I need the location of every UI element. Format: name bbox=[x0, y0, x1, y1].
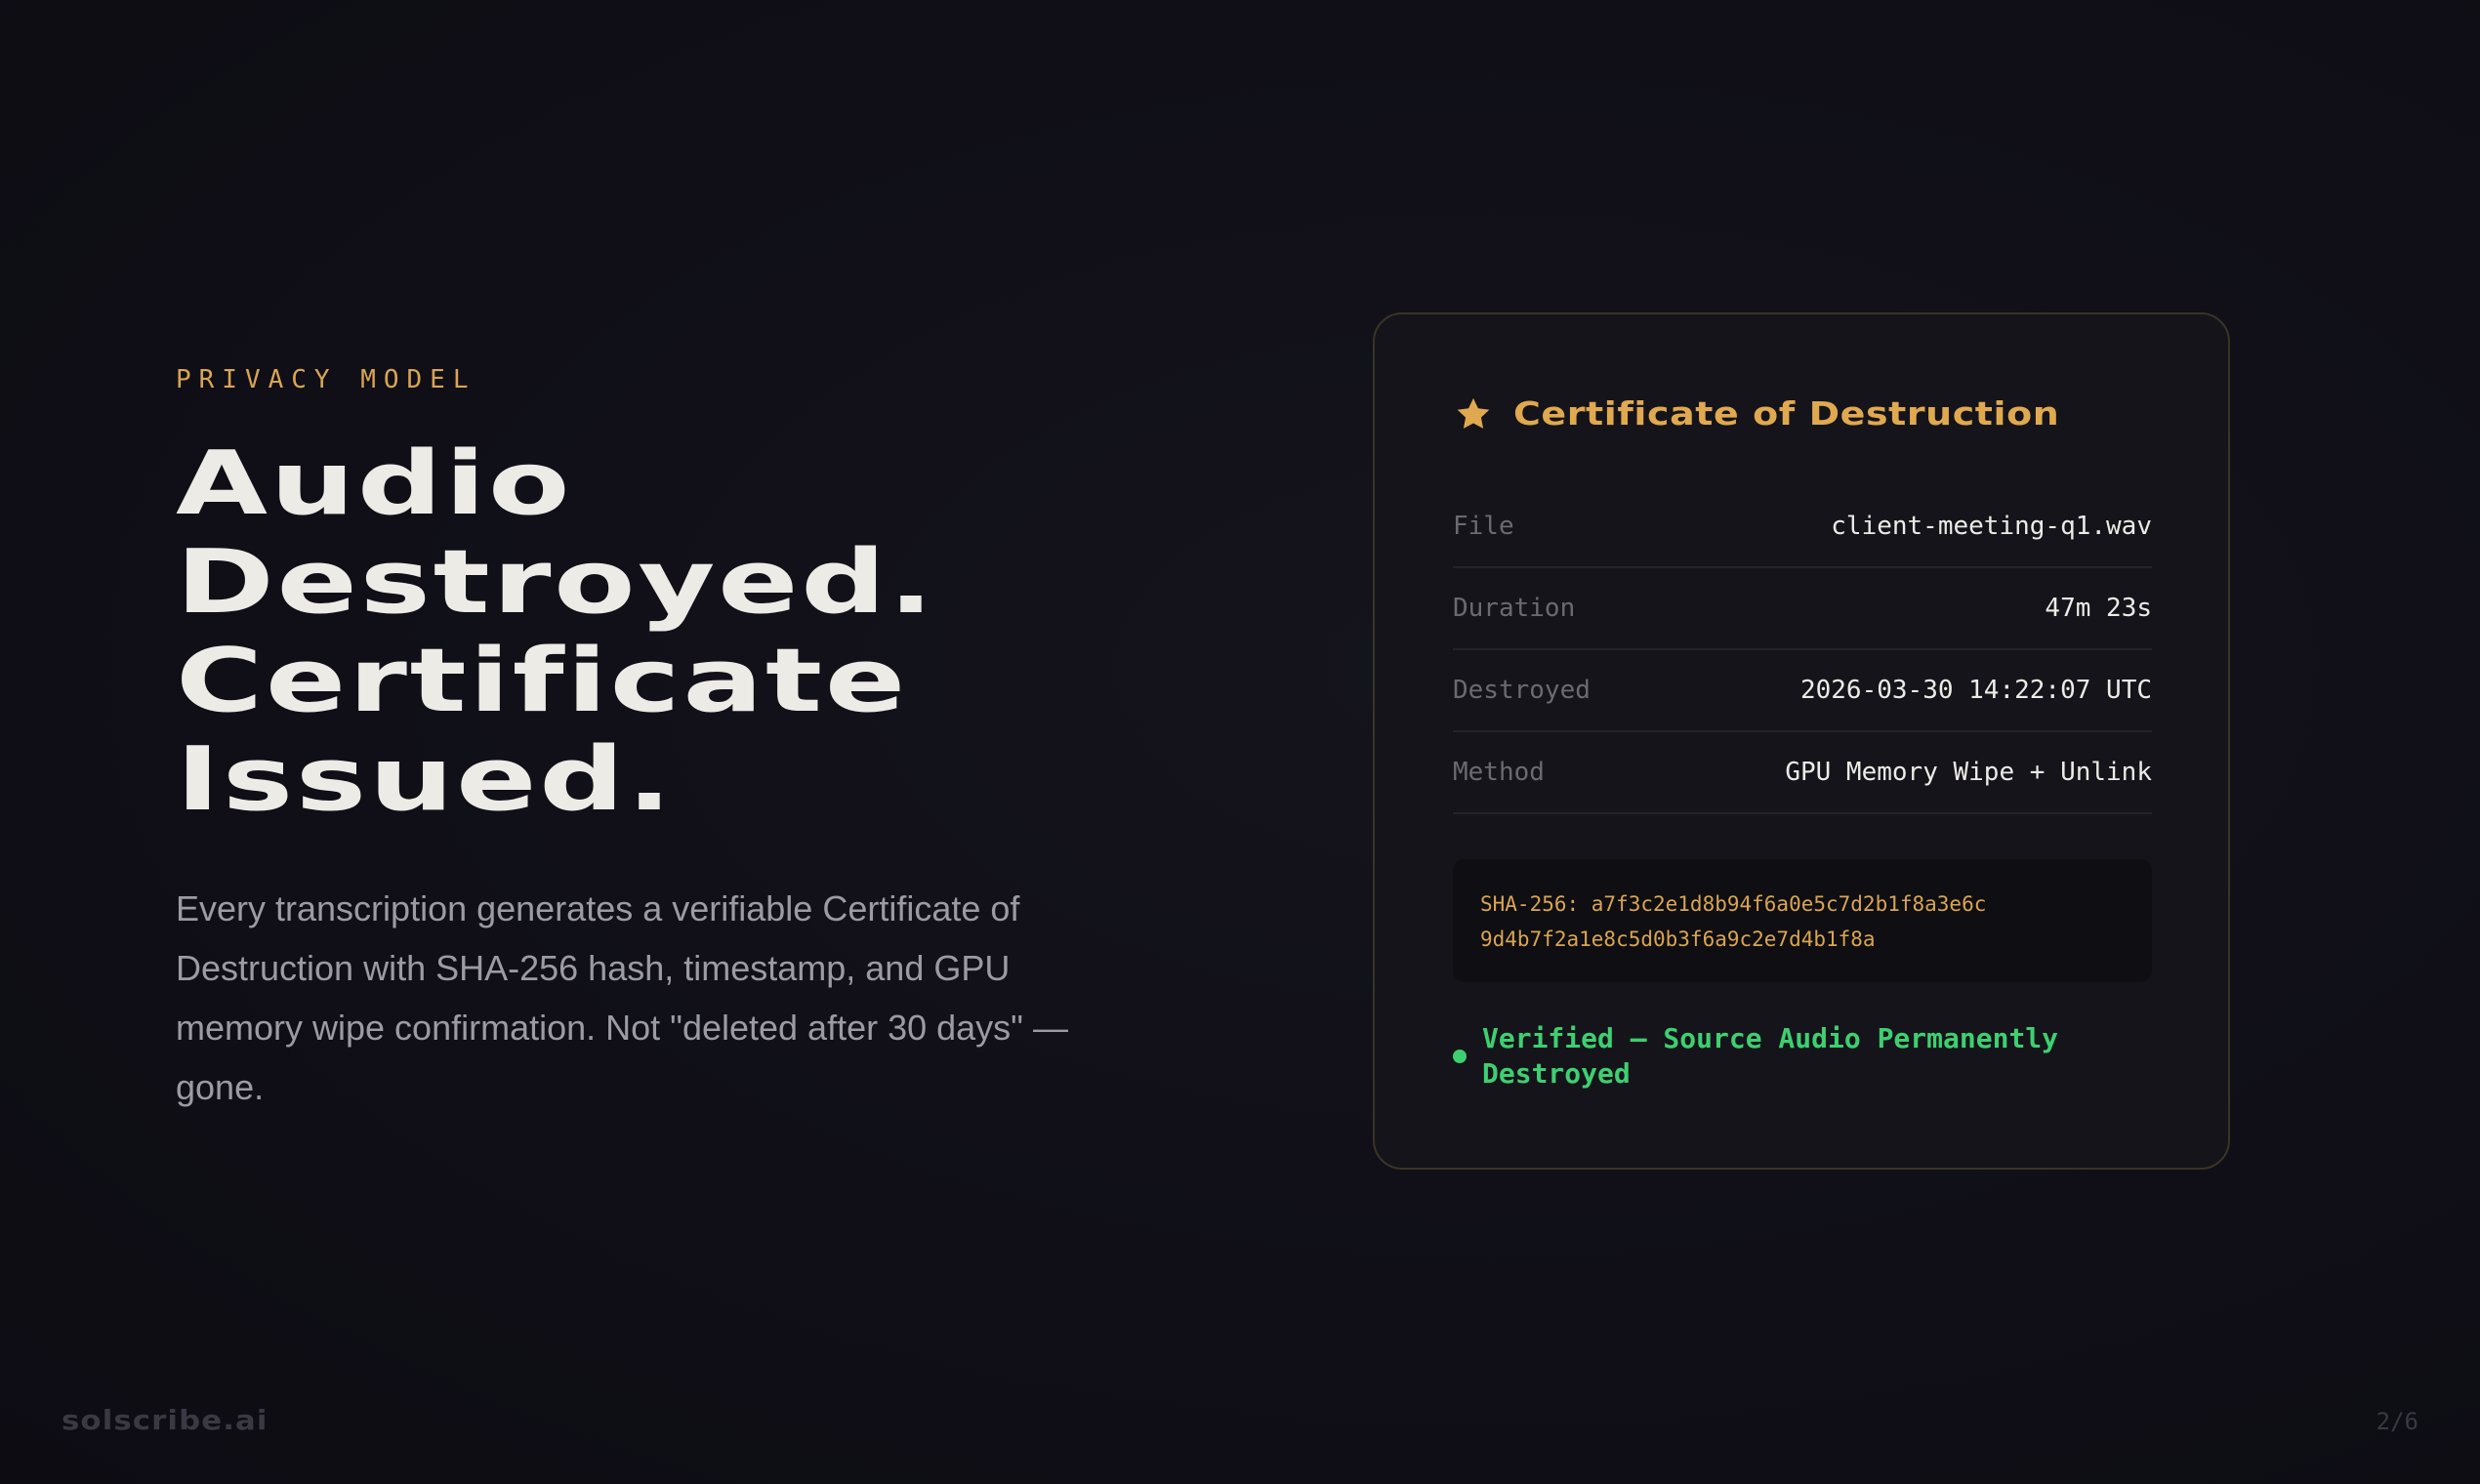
detail-row-file: File client-meeting-q1.wav bbox=[1453, 486, 2152, 568]
detail-value: GPU Memory Wipe + Unlink bbox=[1785, 758, 2152, 787]
certificate-header: Certificate of Destruction bbox=[1455, 394, 2059, 433]
hash-line-1: SHA-256: a7f3c2e1d8b94f6a0e5c7d2b1f8a3e6… bbox=[1480, 892, 1987, 916]
headline-line-2: Destroyed. bbox=[176, 531, 936, 634]
status-dot-icon bbox=[1453, 1050, 1467, 1063]
certificate-details: File client-meeting-q1.wav Duration 47m … bbox=[1453, 486, 2152, 814]
headline-line-1: Audio bbox=[176, 433, 573, 535]
hash-box: SHA-256: a7f3c2e1d8b94f6a0e5c7d2b1f8a3e6… bbox=[1453, 859, 2152, 982]
certificate-card: Certificate of Destruction File client-m… bbox=[1373, 312, 2230, 1170]
detail-value: 47m 23s bbox=[2045, 594, 2152, 623]
star-icon bbox=[1455, 395, 1492, 433]
headline: Audio Destroyed. Certificate Issued. bbox=[176, 434, 1520, 829]
detail-label: Method bbox=[1453, 758, 1545, 787]
section-eyebrow: PRIVACY MODEL bbox=[176, 365, 476, 394]
detail-row-duration: Duration 47m 23s bbox=[1453, 568, 2152, 650]
detail-row-method: Method GPU Memory Wipe + Unlink bbox=[1453, 732, 2152, 814]
detail-value: 2026-03-30 14:22:07 UTC bbox=[1799, 676, 2152, 705]
detail-value: client-meeting-q1.wav bbox=[1831, 512, 2152, 541]
detail-label: Duration bbox=[1453, 594, 1576, 623]
verification-text: Verified — Source Audio Permanently Dest… bbox=[1482, 1022, 2059, 1090]
page-number: 2/6 bbox=[2376, 1408, 2418, 1435]
certificate-title: Certificate of Destruction bbox=[1513, 394, 2060, 433]
body-copy: Every transcription generates a verifiab… bbox=[176, 888, 1068, 1107]
headline-line-3: Certificate bbox=[176, 630, 908, 732]
brand-logo: solscribe.ai bbox=[62, 1404, 269, 1436]
slide: PRIVACY MODEL Audio Destroyed. Certifica… bbox=[0, 0, 2480, 1484]
verification-status: Verified — Source Audio Permanently Dest… bbox=[1453, 1021, 2152, 1092]
headline-line-4: Issued. bbox=[176, 728, 675, 831]
hash-line-2: 9d4b7f2a1e8c5d0b3f6a9c2e7d4b1f8a bbox=[1480, 928, 1876, 951]
detail-label: Destroyed bbox=[1453, 676, 1591, 705]
detail-row-destroyed: Destroyed 2026-03-30 14:22:07 UTC bbox=[1453, 650, 2152, 732]
detail-label: File bbox=[1453, 512, 1514, 541]
